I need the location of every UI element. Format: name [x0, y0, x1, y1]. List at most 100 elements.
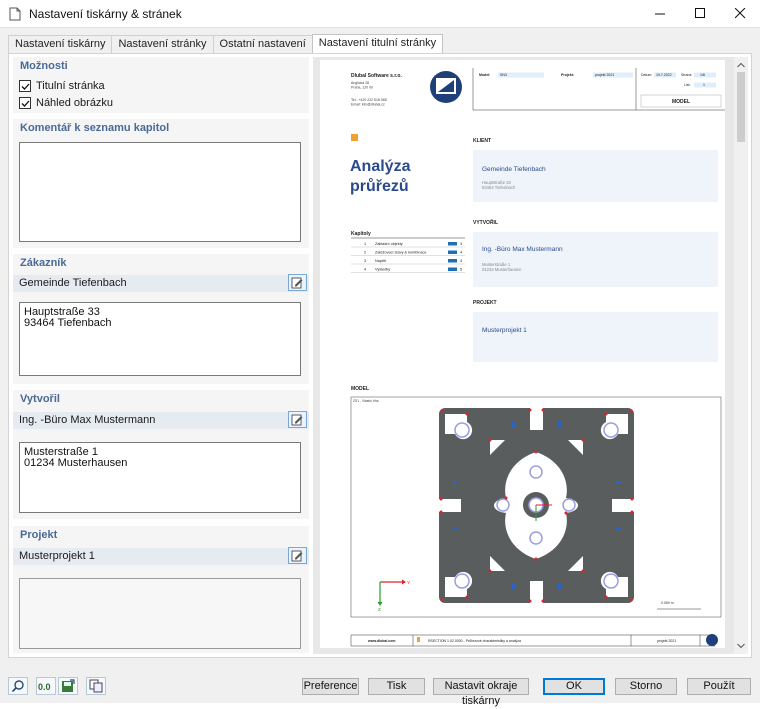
title-page-checkbox[interactable]: [19, 79, 31, 92]
footer-logo: [706, 634, 718, 646]
author-addr-2: 01234 Musterhausen: [482, 267, 522, 272]
author-title: Vytvořil: [20, 393, 60, 405]
cross-section-drawing: [439, 408, 634, 603]
chapter-3-name: Napětí: [375, 259, 387, 263]
customer-name-field[interactable]: Gemeinde Tiefenbach: [13, 274, 309, 292]
customer-title: Zákazník: [20, 257, 67, 269]
chapter-2-num: 2: [364, 251, 366, 255]
apply-button[interactable]: Použít: [687, 678, 751, 695]
copy-settings-button[interactable]: [86, 677, 106, 695]
comment-textarea[interactable]: [19, 142, 301, 242]
tab-panel: Možnosti Titulní stránka Náhled obrázku …: [8, 53, 752, 658]
project-name-field[interactable]: Musterprojekt 1: [13, 547, 309, 565]
units-icon: 0.0: [38, 682, 51, 692]
minimize-icon: [654, 13, 665, 15]
client-name: Gemeinde Tiefenbach: [482, 166, 546, 173]
print-button[interactable]: Tisk: [368, 678, 425, 695]
project-value: projekt 2021: [595, 73, 614, 77]
options-title: Možnosti: [20, 60, 68, 72]
author-group: Vytvořil Ing. -Büro Max Mustermann Muste…: [13, 390, 309, 519]
close-button[interactable]: [720, 0, 760, 27]
copy-icon: [89, 679, 103, 693]
sheet-label: List:: [684, 83, 690, 87]
preview-scrollbar[interactable]: [734, 57, 748, 654]
title-page-label: Titulní stránka: [36, 79, 105, 92]
contact-line-1: Tel.: +420 222 518 568: [351, 98, 387, 102]
printer-margins-button[interactable]: Nastavit okraje tiskárny: [433, 678, 529, 707]
chapter-list: 1 Základní objekty 3 2 Zatěžovací stavy …: [351, 242, 465, 273]
page-label: Strana:: [681, 73, 692, 77]
accent-square: [351, 134, 358, 141]
doc-title-line-1: Analýza: [350, 158, 411, 175]
model-head: MODEL: [351, 386, 369, 392]
save-settings-button[interactable]: [58, 677, 78, 695]
tab-other-settings[interactable]: Ostatní nastavení: [212, 35, 313, 54]
save-icon: [62, 679, 75, 692]
edit-icon: [291, 414, 303, 425]
model-value: SN3: [500, 73, 507, 77]
check-icon: [21, 100, 30, 107]
minimize-button[interactable]: [640, 0, 680, 27]
tab-title-page-settings[interactable]: Nastavení titulní stránky: [311, 34, 444, 54]
project-name: Musterprojekt 1: [19, 550, 95, 562]
author-name: Ing. -Büro Max Mustermann: [19, 414, 156, 426]
dialog-button-bar: 0.0 Preference Tisk Nastavit okraje tisk…: [0, 664, 760, 707]
image-preview-checkbox[interactable]: [19, 96, 31, 109]
image-preview-checkbox-row[interactable]: Náhled obrázku: [13, 94, 309, 111]
author-edit-button[interactable]: [288, 411, 307, 428]
customer-name: Gemeinde Tiefenbach: [19, 277, 127, 289]
model-caption: ZS1 - Vlastní tíha: [353, 399, 379, 403]
ok-button[interactable]: OK: [543, 678, 605, 695]
title-page-preview: Dlubal Software s.r.o. Anglická 28 Praha…: [313, 57, 748, 654]
window-title: Nastavení tiskárny & stránek: [29, 6, 182, 21]
search-help-icon: [11, 680, 24, 693]
svg-text:0.0: 0.0: [38, 682, 51, 692]
tab-page-settings[interactable]: Nastavení stránky: [111, 35, 214, 54]
chapters-head: Kapitoly: [351, 231, 371, 237]
scale-label: 0.059 m: [661, 601, 674, 605]
customer-edit-button[interactable]: [288, 274, 307, 291]
customer-address-textarea[interactable]: Hauptstraße 33 93464 Tiefenbach: [19, 302, 301, 376]
customer-group: Zákazník Gemeinde Tiefenbach Hauptstraße…: [13, 254, 309, 384]
title-page-checkbox-row[interactable]: Titulní stránka: [13, 77, 309, 94]
edit-icon: [291, 277, 303, 288]
project-title: Projekt: [20, 529, 58, 541]
scroll-down-icon[interactable]: [734, 640, 748, 652]
dlubal-logo: [430, 71, 462, 103]
chapter-1-num: 1: [364, 242, 366, 246]
chapter-4-num: 4: [364, 268, 366, 272]
maximize-button[interactable]: [680, 0, 720, 27]
cancel-button[interactable]: Storno: [615, 678, 677, 695]
preference-button[interactable]: Preference: [302, 678, 359, 695]
client-head: KLIENT: [473, 138, 491, 144]
axis-z-label: Z: [378, 607, 381, 612]
footer-site: www.dlubal.com: [367, 639, 395, 643]
scroll-up-icon[interactable]: [734, 59, 748, 71]
chapter-1-name: Základní objekty: [375, 242, 403, 246]
project-group: Projekt Musterprojekt 1: [13, 526, 309, 653]
edit-icon: [291, 550, 303, 561]
preview-page: Dlubal Software s.r.o. Anglická 28 Praha…: [320, 60, 725, 648]
tab-printer-settings[interactable]: Nastavení tiskárny: [8, 35, 113, 54]
document-icon: [9, 7, 21, 20]
company-name: Dlubal Software s.r.o.: [351, 73, 402, 79]
model-label: Model:: [479, 73, 490, 77]
author-head: VYTVOŘIL: [473, 218, 498, 226]
date-label: Datum:: [641, 73, 652, 77]
chapter-2-name: Zatěžovací stavy & kombinace: [375, 251, 427, 255]
help-search-button[interactable]: [8, 677, 28, 695]
footer-project: projekt 2021: [657, 639, 676, 643]
author-name-field[interactable]: Ing. -Büro Max Mustermann: [13, 411, 309, 429]
chapter-3-num: 3: [364, 259, 366, 263]
project-label: Projekt:: [561, 73, 574, 77]
title-bar: Nastavení tiskárny & stránek: [0, 0, 760, 27]
contact-line-2: Email: info@dlubal.cz: [351, 103, 385, 107]
sheet-value: 1: [703, 83, 705, 87]
comment-title: Komentář k seznamu kapitol: [20, 122, 170, 134]
author-address-textarea[interactable]: Musterstraße 1 01234 Musterhausen: [19, 442, 301, 513]
scrollbar-thumb[interactable]: [737, 72, 745, 142]
date-value: 19.7.2022: [656, 73, 672, 77]
project-description-textarea[interactable]: [19, 578, 301, 649]
project-edit-button[interactable]: [288, 547, 307, 564]
unit-settings-button[interactable]: 0.0: [36, 677, 56, 695]
